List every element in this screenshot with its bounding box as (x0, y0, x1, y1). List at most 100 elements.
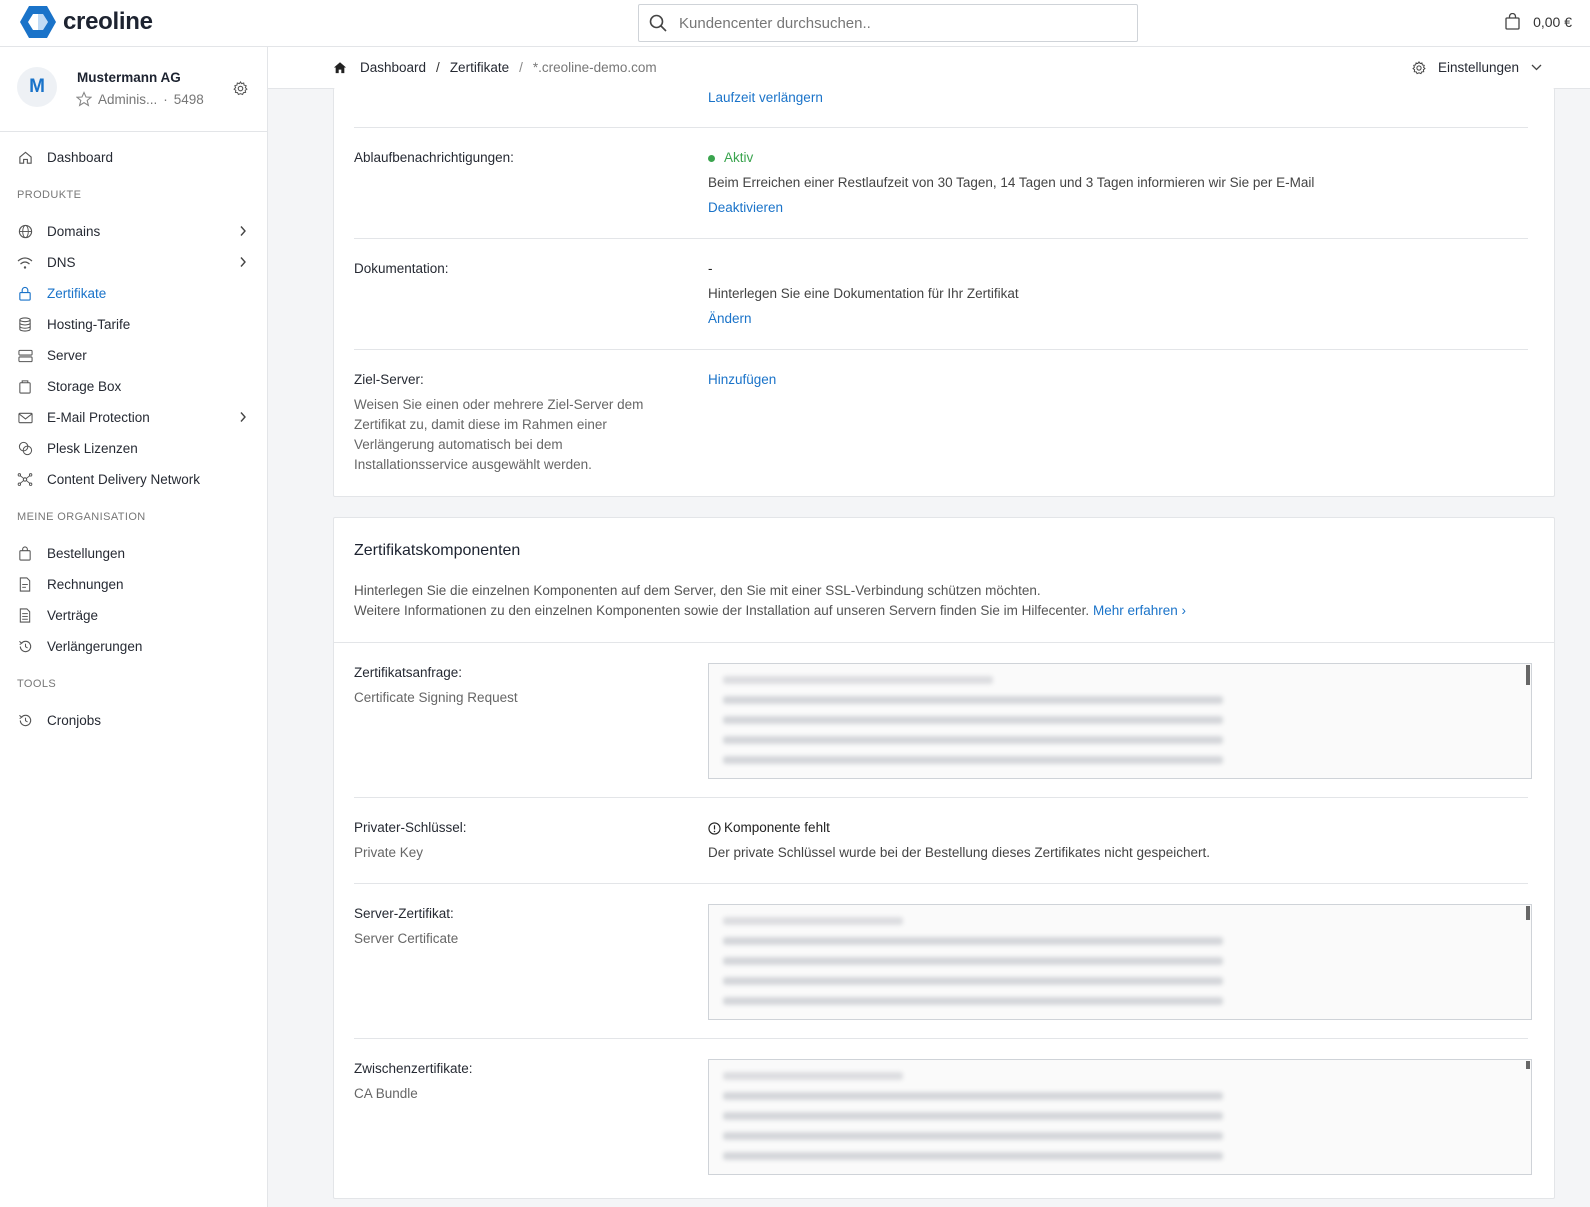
globe-icon (17, 224, 33, 240)
target-server-row: Ziel-Server: Weisen Sie einen oder mehre… (354, 350, 1528, 496)
components-header: Zertifikatskomponenten Hinterlegen Sie d… (334, 518, 1554, 643)
sidebar-item-label: Bestellungen (47, 546, 126, 561)
chevron-right-icon (239, 225, 247, 240)
blurred-text (723, 736, 1223, 744)
ca-bundle-row: Zwischenzertifikate: CA Bundle (354, 1039, 1532, 1199)
sidebar-item-label: Verlängerungen (47, 639, 143, 654)
account-meta: Adminis... · 5498 (76, 91, 204, 107)
server-cert-textarea[interactable] (708, 904, 1532, 1020)
csr-textarea[interactable] (708, 663, 1532, 779)
bag-icon (17, 546, 33, 562)
components-title: Zertifikatskomponenten (354, 542, 521, 559)
home-icon[interactable] (333, 61, 347, 74)
cart-button[interactable]: 0,00 € (1504, 13, 1572, 30)
target-server-label: Ziel-Server: (354, 372, 424, 387)
settings-dropdown[interactable]: Einstellungen (1412, 60, 1542, 75)
sidebar-item-certificates[interactable]: Zertifikate (0, 278, 267, 309)
sidebar-item-hosting[interactable]: Hosting-Tarife (0, 309, 267, 340)
missing-component-text: Komponente fehlt (724, 820, 830, 835)
description-line: Hinterlegen Sie die einzelnen Komponente… (354, 583, 1041, 598)
sidebar-item-label: DNS (47, 255, 76, 270)
breadcrumb-certificates[interactable]: Zertifikate (450, 60, 509, 75)
sidebar-section-tools: TOOLS (17, 678, 57, 690)
add-target-server-link[interactable]: Hinzufügen (708, 370, 776, 390)
sidebar-item-dashboard[interactable]: Dashboard (0, 142, 267, 173)
sidebar-item-server[interactable]: Server (0, 340, 267, 371)
search-box[interactable] (638, 4, 1138, 42)
sidebar-item-contracts[interactable]: Verträge (0, 600, 267, 631)
status-text: Aktiv (724, 150, 754, 165)
description-line: Zertifikat zu, damit diese im Rahmen ein… (354, 417, 607, 432)
description-line: Installationsservice ausgewählt werden. (354, 457, 592, 472)
sidebar-item-label: Plesk Lizenzen (47, 441, 138, 456)
sidebar-item-email-protection[interactable]: E-Mail Protection (0, 402, 267, 433)
settings-label: Einstellungen (1437, 60, 1519, 75)
ca-bundle-textarea[interactable] (708, 1059, 1532, 1175)
server-cert-sublabel: Server Certificate (354, 931, 459, 946)
documentation-row: Dokumentation: - Hinterlegen Sie eine Do… (354, 239, 1528, 350)
blurred-text (723, 676, 993, 684)
sidebar-item-label: Dashboard (47, 150, 114, 165)
sidebar-item-dns[interactable]: DNS (0, 247, 267, 278)
home-icon (17, 150, 33, 166)
breadcrumb-dashboard[interactable]: Dashboard (360, 60, 426, 75)
account-settings-button[interactable] (233, 81, 248, 99)
sidebar-item-cronjobs[interactable]: Cronjobs (0, 705, 267, 736)
history-icon (17, 713, 33, 729)
gear-icon (1412, 60, 1426, 74)
database-icon (17, 317, 33, 333)
private-key-label: Privater-Schlüssel: (354, 820, 467, 835)
logo-text: creoline (63, 8, 153, 35)
sidebar-item-domains[interactable]: Domains (0, 216, 267, 247)
more-info-link[interactable]: Mehr erfahren › (1093, 603, 1186, 618)
chevron-right-icon (239, 411, 247, 426)
sidebar-item-label: Domains (47, 224, 101, 239)
sidebar-item-label: Storage Box (47, 379, 122, 394)
ca-bundle-sublabel: CA Bundle (354, 1086, 418, 1101)
sidebar-item-storage-box[interactable]: Storage Box (0, 371, 267, 402)
sidebar-item-plesk[interactable]: Plesk Lizenzen (0, 433, 267, 464)
sidebar-section-organisation: MEINE ORGANISATION (17, 511, 146, 523)
mail-icon (17, 410, 33, 426)
scrollbar[interactable] (1526, 906, 1530, 920)
breadcrumb: Dashboard / Zertifikate / *.creoline-dem… (333, 60, 657, 75)
server-cert-label: Server-Zertifikat: (354, 906, 454, 921)
breadcrumb-separator: / (436, 60, 440, 75)
blurred-text (723, 1112, 1223, 1120)
sidebar-item-orders[interactable]: Bestellungen (0, 538, 267, 569)
scrollbar[interactable] (1526, 665, 1530, 685)
status-dot (708, 154, 715, 162)
sidebar-item-cdn[interactable]: Content Delivery Network (0, 464, 267, 495)
box-icon (17, 379, 33, 395)
search-icon (649, 14, 667, 32)
avatar[interactable]: M (17, 67, 57, 107)
extend-term-link[interactable]: Laufzeit verlängern (708, 88, 823, 108)
sidebar-item-label: Cronjobs (47, 713, 102, 728)
private-key-row: Privater-Schlüssel: Private Key Komponen… (354, 798, 1528, 884)
plesk-icon (17, 441, 33, 457)
invoice-icon (17, 577, 33, 593)
documentation-label: Dokumentation: (354, 261, 449, 276)
target-server-description: Weisen Sie einen oder mehrere Ziel-Serve… (354, 395, 643, 475)
shopping-bag-icon (1505, 13, 1520, 30)
search-input[interactable] (679, 14, 1119, 32)
change-documentation-link[interactable]: Ändern (708, 309, 752, 329)
notifications-label: Ablaufbenachrichtigungen: (354, 150, 514, 165)
components-description: Hinterlegen Sie die einzelnen Komponente… (354, 581, 1186, 621)
account-role: Adminis... (98, 91, 158, 107)
blurred-text (723, 997, 1223, 1005)
account-name: Mustermann AG (77, 70, 181, 85)
private-key-description: Der private Schlüssel wurde bei der Best… (708, 845, 1210, 860)
deactivate-link[interactable]: Deaktivieren (708, 198, 783, 218)
account-panel: M Mustermann AG Adminis... · 5498 (0, 47, 267, 132)
sidebar-item-renewals[interactable]: Verlängerungen (0, 631, 267, 662)
breadcrumb-bar: Dashboard / Zertifikate / *.creoline-dem… (268, 47, 1590, 89)
breadcrumb-separator: / (519, 60, 523, 75)
wifi-icon (17, 255, 33, 271)
customer-number: 5498 (173, 91, 204, 107)
creoline-logo[interactable]: creoline (20, 5, 153, 39)
star-icon[interactable] (76, 91, 92, 107)
scrollbar[interactable] (1526, 1061, 1530, 1069)
sidebar-item-invoices[interactable]: Rechnungen (0, 569, 267, 600)
certificate-components-card: Zertifikatskomponenten Hinterlegen Sie d… (333, 517, 1555, 1199)
